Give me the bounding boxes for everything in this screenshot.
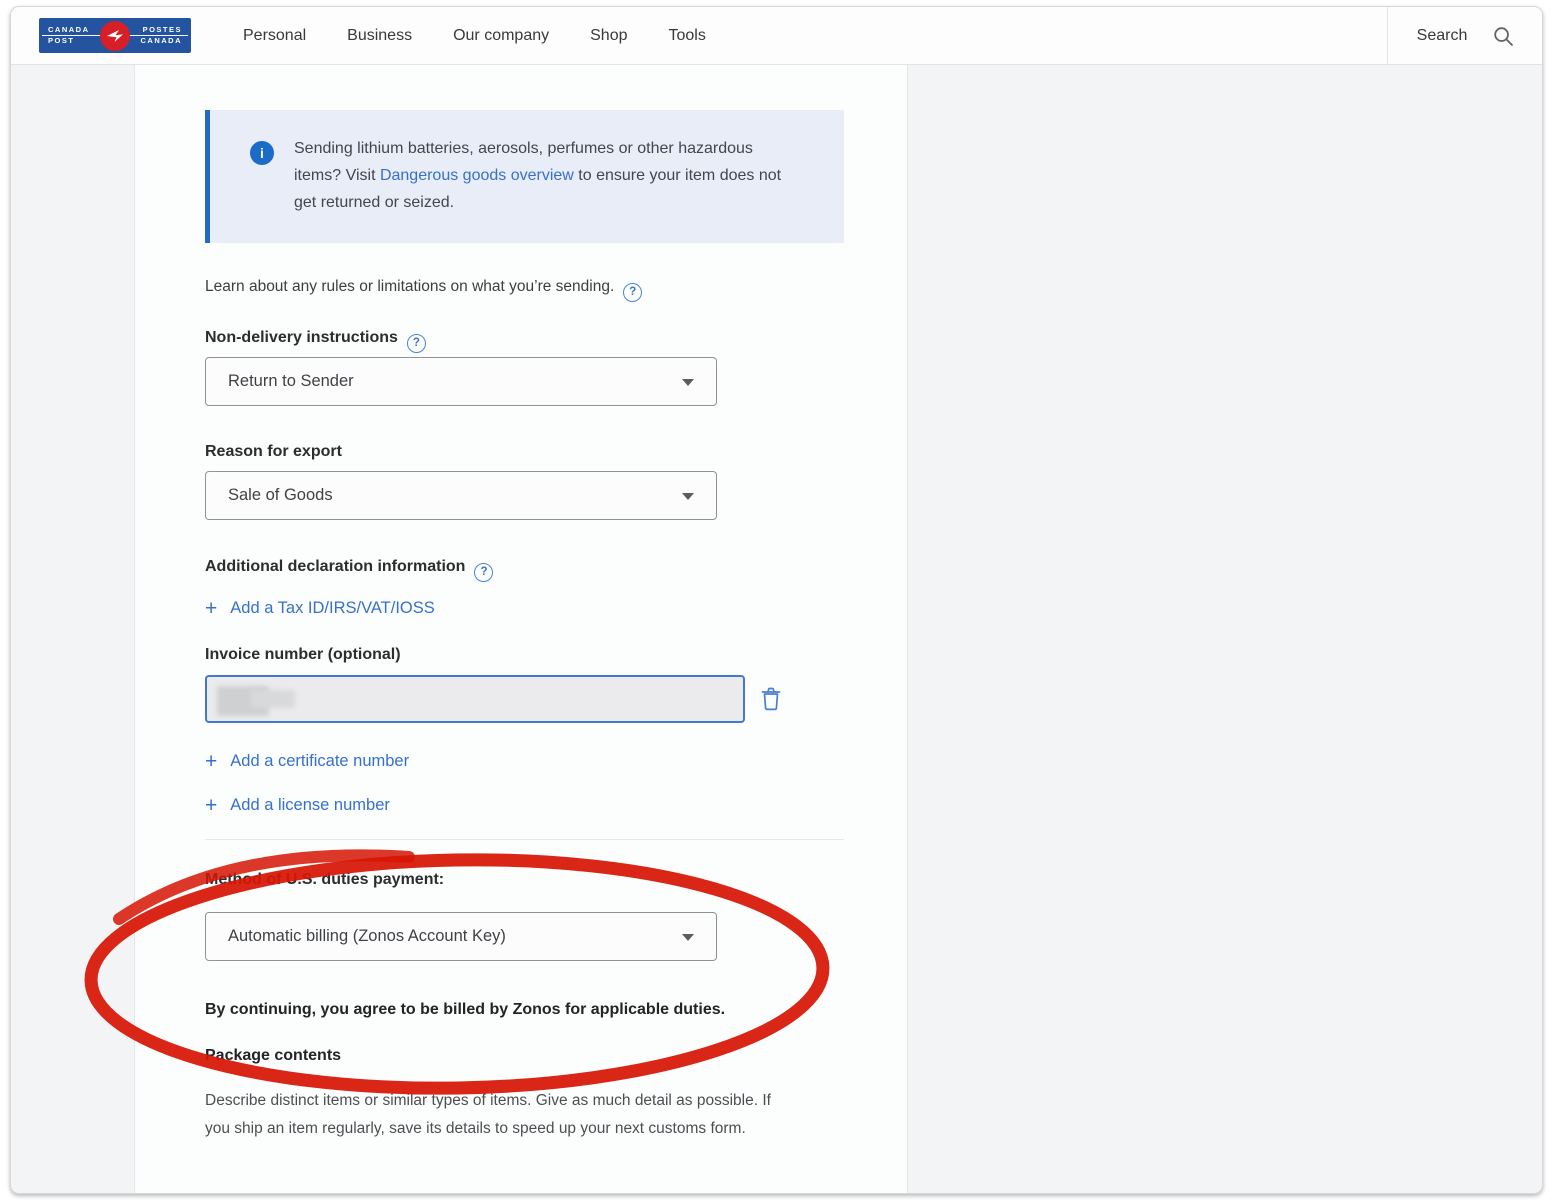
customs-form-card: i Sending lithium batteries, aerosols, p… [134,65,908,1193]
add-license-link[interactable]: + Add a license number [205,796,390,815]
nav-item-tools[interactable]: Tools [669,27,706,45]
package-contents-title: Package contents [205,1047,341,1065]
rules-intro-label: Learn about any rules or limitations on … [205,278,614,295]
invoice-number-label: Invoice number (optional) [205,646,401,664]
zonos-agreement-text: By continuing, you agree to be billed by… [205,1001,725,1019]
browser-window: CANADA POST POSTES CANADA Personal Busin… [10,6,1543,1194]
add-certificate-link[interactable]: + Add a certificate number [205,752,409,771]
non-delivery-select[interactable]: Return to Sender [205,357,717,406]
plus-icon: + [205,600,217,618]
trash-icon [760,687,782,711]
non-delivery-label: Non-delivery instructions? [205,329,426,353]
reason-for-export-select[interactable]: Sale of Goods [205,471,717,520]
banner-text: Sending lithium batteries, aerosols, per… [210,110,814,241]
duties-payment-value: Automatic billing (Zonos Account Key) [228,927,506,946]
logo-word: CANADA [48,26,90,34]
chevron-down-icon [682,493,694,500]
plus-icon: + [205,797,217,815]
duties-payment-label: Method of U.S. duties payment: [205,871,444,889]
main-nav: Personal Business Our company Shop Tools [243,7,706,65]
logo-word: CANADA [141,37,183,45]
nav-item-business[interactable]: Business [347,27,412,45]
search-icon [1493,26,1514,47]
section-divider [205,839,844,840]
delete-invoice-button[interactable] [757,685,785,713]
logo-word: POST [48,37,74,45]
redacted-value [251,690,295,708]
nav-item-shop[interactable]: Shop [590,27,627,45]
non-delivery-label-text: Non-delivery instructions [205,329,398,346]
chevron-down-icon [682,934,694,941]
non-delivery-value: Return to Sender [228,372,354,391]
add-certificate-label: Add a certificate number [230,752,409,771]
help-icon[interactable]: ? [407,334,426,353]
duties-payment-select[interactable]: Automatic billing (Zonos Account Key) [205,912,717,961]
add-tax-id-label: Add a Tax ID/IRS/VAT/IOSS [230,599,435,618]
package-contents-description: Describe distinct items or similar types… [205,1087,783,1142]
chevron-down-icon [682,379,694,386]
canada-post-wing-icon [100,21,130,51]
add-license-label: Add a license number [230,796,390,815]
rules-intro-text: Learn about any rules or limitations on … [205,278,642,302]
site-header: CANADA POST POSTES CANADA Personal Busin… [11,7,1542,65]
screenshot-root: CANADA POST POSTES CANADA Personal Busin… [0,0,1556,1202]
hazardous-goods-banner: i Sending lithium batteries, aerosols, p… [205,110,844,243]
dangerous-goods-link[interactable]: Dangerous goods overview [380,167,574,184]
info-icon: i [250,141,274,165]
search-button[interactable]: Search [1387,7,1543,65]
reason-for-export-label: Reason for export [205,443,342,461]
invoice-number-input[interactable] [205,675,745,723]
canada-post-logo[interactable]: CANADA POST POSTES CANADA [39,18,191,53]
logo-word: POSTES [143,26,182,34]
nav-item-personal[interactable]: Personal [243,27,306,45]
plus-icon: + [205,753,217,771]
additional-declaration-label-text: Additional declaration information [205,558,465,575]
additional-declaration-label: Additional declaration information? [205,558,493,582]
help-icon[interactable]: ? [623,283,642,302]
add-tax-id-link[interactable]: + Add a Tax ID/IRS/VAT/IOSS [205,599,435,618]
help-icon[interactable]: ? [474,563,493,582]
page-body: i Sending lithium batteries, aerosols, p… [11,65,1542,1193]
search-label: Search [1417,27,1468,45]
reason-for-export-value: Sale of Goods [228,486,333,505]
nav-item-our-company[interactable]: Our company [453,27,549,45]
